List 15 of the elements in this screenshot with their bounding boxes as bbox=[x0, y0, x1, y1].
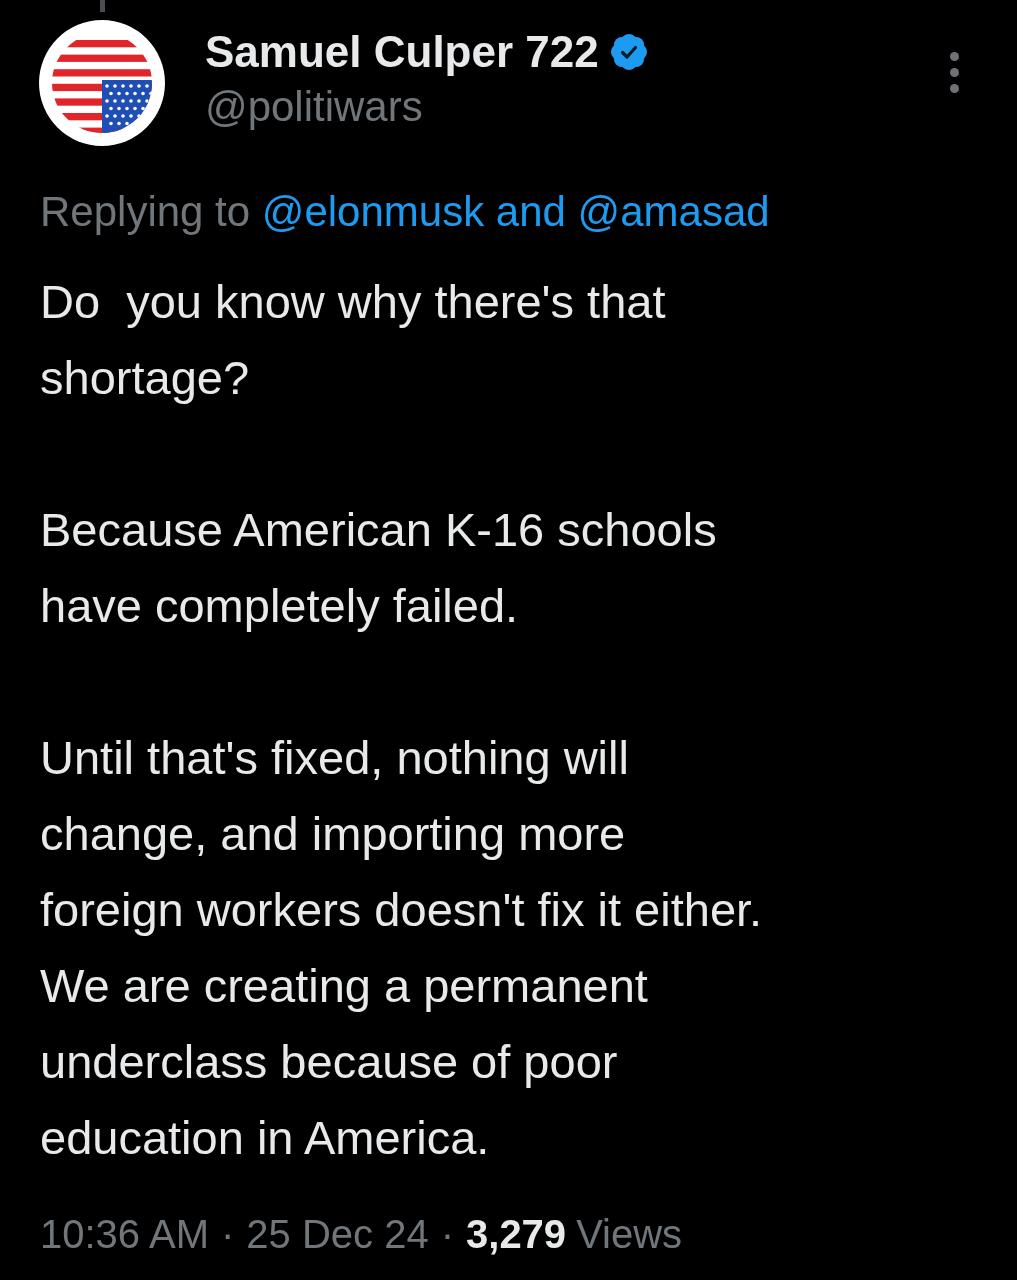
replying-to-text: Replying to @elonmusk and @amasad bbox=[40, 187, 771, 237]
views-label: Views bbox=[576, 1211, 683, 1258]
flag-avatar-icon[interactable] bbox=[39, 20, 165, 146]
mention-link[interactable]: @elonmusk and @amasad bbox=[261, 188, 770, 235]
tweet-date[interactable]: 25 Dec 24 bbox=[246, 1206, 429, 1262]
author-name[interactable]: Samuel Culper 722 bbox=[205, 30, 599, 74]
separator-dot: · bbox=[440, 1211, 454, 1258]
tweet-paragraph: Until that's fixed, nothing will change, and importing more foreign workers doesn't fix it either. We are creating a permanent underclass because of poor education in America. bbox=[40, 730, 764, 1166]
tweet-paragraph: Because American K-16 schools have completely failed. bbox=[40, 502, 718, 634]
separator-dot: · bbox=[221, 1211, 235, 1258]
author-handle[interactable]: @politiwars bbox=[205, 86, 423, 128]
tweet-paragraph: Do you know why there's that shortage? bbox=[40, 274, 667, 406]
more-options-icon[interactable] bbox=[950, 52, 959, 93]
views-count: 3,279 bbox=[466, 1211, 567, 1258]
tweet-time[interactable]: 10:36 AM bbox=[40, 1206, 209, 1262]
